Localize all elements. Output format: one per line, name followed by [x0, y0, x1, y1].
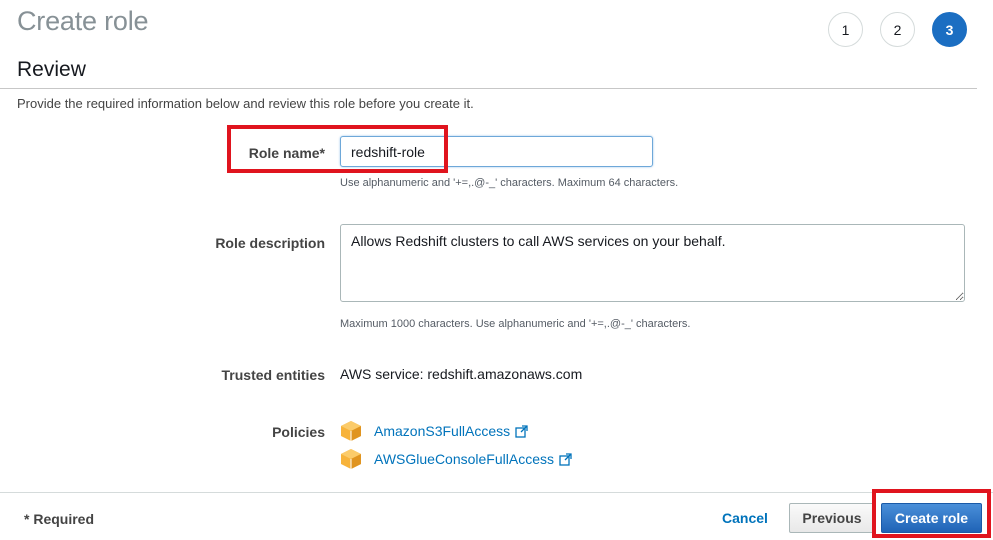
- footer-divider: [0, 492, 993, 493]
- policy-link-awsglueconsolefullaccess[interactable]: AWSGlueConsoleFullAccess: [374, 451, 554, 467]
- role-name-hint: Use alphanumeric and '+=,.@-_' character…: [340, 177, 679, 189]
- role-description-label: Role description: [215, 235, 325, 251]
- section-title: Review: [17, 58, 86, 81]
- external-link-icon[interactable]: [559, 452, 572, 466]
- policy-item: AmazonS3FullAccess: [340, 420, 528, 442]
- policy-item: AWSGlueConsoleFullAccess: [340, 448, 572, 470]
- trusted-entities-label: Trusted entities: [221, 367, 325, 383]
- previous-button[interactable]: Previous: [789, 503, 875, 533]
- external-link-icon[interactable]: [515, 424, 528, 438]
- policies-label: Policies: [272, 424, 325, 440]
- intro-text: Provide the required information below a…: [17, 96, 474, 111]
- cancel-button[interactable]: Cancel: [722, 510, 768, 526]
- create-role-highlight: [872, 489, 991, 538]
- section-divider: [0, 88, 977, 89]
- role-description-textarea[interactable]: Allows Redshift clusters to call AWS ser…: [340, 224, 965, 302]
- role-description-hint: Maximum 1000 characters. Use alphanumeri…: [340, 318, 691, 330]
- policy-link-amazons3fullaccess[interactable]: AmazonS3FullAccess: [374, 423, 510, 439]
- wizard-steps: 1 2 3: [828, 12, 967, 47]
- step-3[interactable]: 3: [932, 12, 967, 47]
- aws-policy-cube-icon: [341, 449, 361, 469]
- required-note: * Required: [24, 511, 95, 527]
- aws-policy-cube-icon: [341, 421, 361, 441]
- page-title: Create role: [17, 6, 149, 36]
- step-1[interactable]: 1: [828, 12, 863, 47]
- role-name-highlight: [227, 125, 448, 173]
- step-2[interactable]: 2: [880, 12, 915, 47]
- trusted-entities-value: AWS service: redshift.amazonaws.com: [340, 366, 583, 382]
